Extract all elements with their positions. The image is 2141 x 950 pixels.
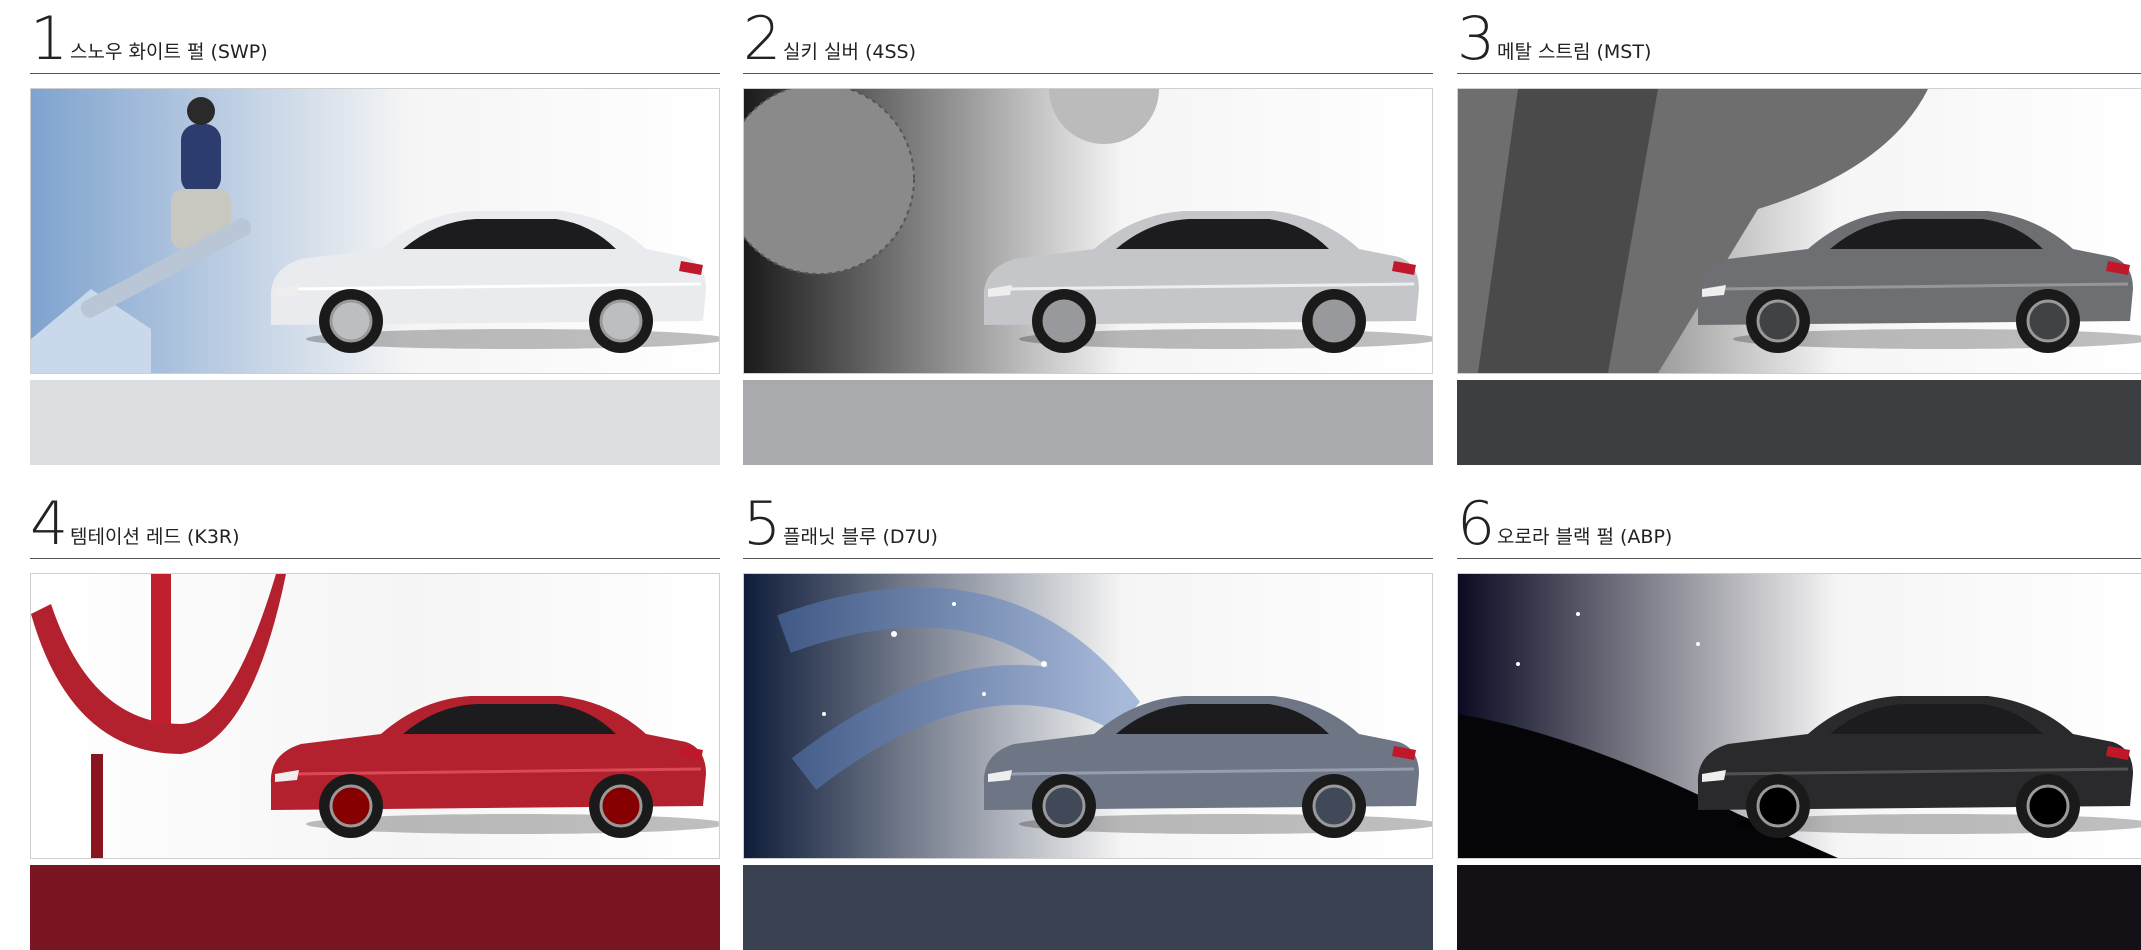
color-name: 메탈 스트림 (MST) <box>1497 41 1652 63</box>
color-number: 2 <box>743 4 782 74</box>
car-photo <box>1457 88 2141 374</box>
color-name: 오로라 블랙 펄 (ABP) <box>1497 526 1673 548</box>
color-name: 실키 실버 (4SS) <box>783 41 917 63</box>
color-heading: 6 오로라 블랙 펄 (ABP) <box>1457 494 2141 559</box>
color-heading: 1 스노우 화이트 펄 (SWP) <box>30 9 720 74</box>
paint-swatch <box>1457 865 2141 950</box>
color-number: 3 <box>1457 4 1496 74</box>
car-photo <box>743 88 1433 374</box>
color-heading: 3 메탈 스트림 (MST) <box>1457 9 2141 74</box>
color-name: 템테이션 레드 (K3R) <box>70 526 240 548</box>
paint-swatch <box>1457 380 2141 465</box>
paint-swatch <box>743 865 1433 950</box>
color-number: 5 <box>743 489 782 559</box>
color-number: 1 <box>30 4 69 74</box>
car-photo <box>30 573 720 859</box>
car-photo <box>1457 573 2141 859</box>
color-heading: 4 템테이션 레드 (K3R) <box>30 494 720 559</box>
paint-swatch <box>30 380 720 465</box>
paint-swatch <box>743 380 1433 465</box>
color-heading: 5 플래닛 블루 (D7U) <box>743 494 1433 559</box>
color-number: 4 <box>30 489 69 559</box>
color-heading: 2 실키 실버 (4SS) <box>743 9 1433 74</box>
paint-swatch <box>30 865 720 950</box>
color-name: 플래닛 블루 (D7U) <box>783 526 938 548</box>
color-name: 스노우 화이트 펄 (SWP) <box>70 41 268 63</box>
car-photo <box>30 88 720 374</box>
color-number: 6 <box>1457 489 1496 559</box>
car-photo <box>743 573 1433 859</box>
